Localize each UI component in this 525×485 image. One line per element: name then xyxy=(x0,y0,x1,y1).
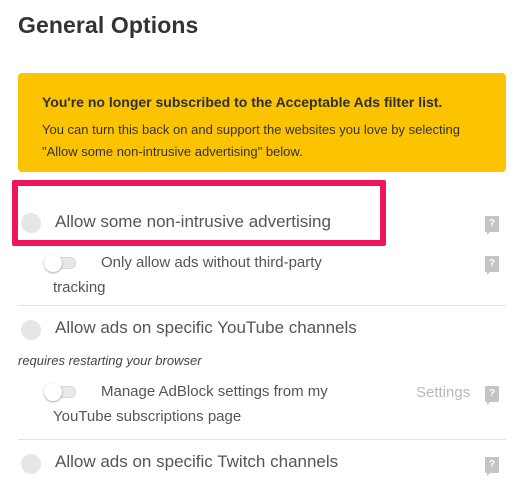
third-party-help-icon[interactable]: ? xyxy=(485,256,499,275)
youtube-manage-help-icon[interactable]: ? xyxy=(485,386,499,405)
restart-note: requires restarting your browser xyxy=(18,353,202,368)
divider xyxy=(18,305,506,306)
youtube-channels-label[interactable]: Allow ads on specific YouTube channels xyxy=(55,318,357,338)
twitch-channels-label[interactable]: Allow ads on specific Twitch channels xyxy=(55,452,338,472)
notice-heading: You're no longer subscribed to the Accep… xyxy=(42,94,443,110)
youtube-channels-radio[interactable] xyxy=(21,320,41,340)
twitch-help-icon[interactable]: ? xyxy=(485,457,499,476)
divider xyxy=(18,439,506,440)
youtube-manage-label[interactable]: Manage AdBlock settings from my YouTube … xyxy=(53,379,373,429)
general-options-page: General Options You're no longer subscri… xyxy=(0,0,525,485)
page-title: General Options xyxy=(18,12,199,38)
twitch-channels-radio[interactable] xyxy=(21,454,41,474)
highlight-box xyxy=(12,180,386,246)
acceptable-ads-help-icon[interactable]: ? xyxy=(485,216,499,235)
third-party-label[interactable]: Only allow ads without third-party track… xyxy=(53,250,353,300)
acceptable-ads-notice: You're no longer subscribed to the Accep… xyxy=(18,73,506,172)
notice-body: You can turn this back on and support th… xyxy=(42,122,460,159)
youtube-settings-link[interactable]: Settings xyxy=(416,384,470,401)
